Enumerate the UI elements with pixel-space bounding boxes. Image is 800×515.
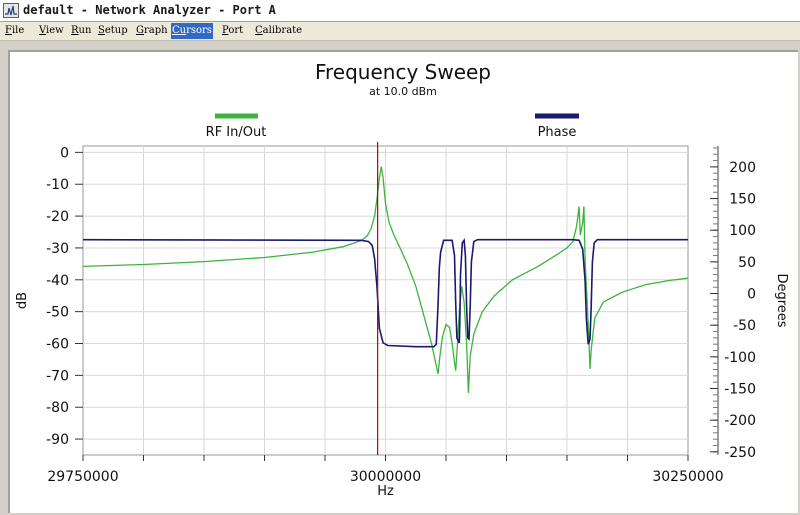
y-right-tick-label: -100 — [724, 350, 756, 366]
window-title: default - Network Analyzer - Port A — [23, 3, 276, 17]
y-left-axis-title: dB — [15, 292, 30, 309]
y-right-tick-label: -50 — [733, 318, 756, 334]
y-left-tick-label: -60 — [46, 337, 69, 353]
y-left-tick-label: -40 — [46, 273, 69, 289]
y-right-tick-label: 200 — [729, 160, 756, 176]
legend-label-phase: Phase — [538, 125, 577, 140]
x-axis-title: Hz — [377, 484, 394, 499]
menu-port[interactable]: Port — [221, 23, 244, 39]
y-left-tick-label: -70 — [46, 368, 69, 384]
y-right-tick-label: -200 — [724, 413, 756, 429]
y-right-tick-label: -250 — [724, 445, 756, 461]
y-left-tick-label: -20 — [46, 209, 69, 225]
y-left-tick-label: 0 — [60, 145, 69, 161]
menu-graph[interactable]: Graph — [135, 23, 169, 39]
y-left-tick-label: -50 — [46, 305, 69, 321]
frequency-sweep-chart: Frequency Sweepat 10.0 dBm RF In/Out Phase… — [15, 60, 789, 499]
menu-file[interactable]: File — [4, 23, 25, 39]
y-left-tick-label: -10 — [46, 177, 69, 193]
menu-run[interactable]: Run — [70, 23, 92, 39]
y-right-axis-title: Degrees — [774, 273, 789, 327]
x-tick-label: 30000000 — [350, 469, 421, 485]
x-tick-label: 30250000 — [652, 469, 723, 485]
x-tick-label: 29750000 — [47, 469, 118, 485]
y-left-tick-label: -30 — [46, 241, 69, 257]
legend-label-rf: RF In/Out — [206, 125, 267, 140]
chart-title: Frequency Sweep — [315, 60, 491, 84]
menu-bar: File View Run Setup Graph Cursors Port Calibrat… — [0, 22, 800, 41]
menu-calibrate[interactable]: Calibrate — [254, 23, 303, 39]
y-right-tick-label: 100 — [729, 223, 756, 239]
app-icon — [3, 3, 19, 18]
chart-subtitle: at 10.0 dBm — [369, 85, 437, 98]
menu-cursors[interactable]: Cursors — [171, 23, 213, 39]
y-left-tick-label: -90 — [46, 432, 69, 448]
menu-view[interactable]: View — [38, 23, 65, 39]
menu-setup[interactable]: Setup — [97, 23, 129, 39]
y-right-tick-label: 0 — [747, 287, 756, 303]
y-right-tick-label: 50 — [738, 255, 756, 271]
y-right-tick-label: 150 — [729, 192, 756, 208]
title-bar: default - Network Analyzer - Port A — [0, 0, 800, 22]
y-right-tick-label: -150 — [724, 382, 756, 398]
y-left-tick-label: -80 — [46, 400, 69, 416]
graph-panel: Frequency Sweep at 10.0 dBm RF In/Out Phase… — [8, 50, 798, 513]
